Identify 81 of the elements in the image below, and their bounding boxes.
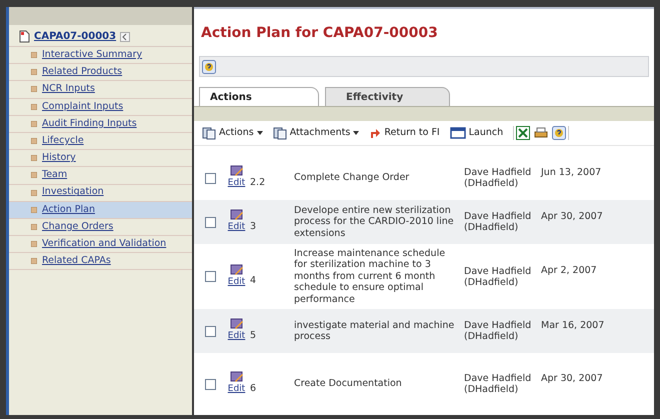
edit-icon[interactable] [230,209,244,222]
row-checkbox[interactable] [204,172,216,184]
action-description: Complete Change Order [294,172,410,184]
owner-name: Dave Hadfield (DHadfield) [464,320,532,342]
bullet-icon [31,120,37,127]
action-number: 5 [249,328,258,343]
window-icon [450,126,466,140]
edit-link[interactable]: Edit [228,221,246,235]
toolbar-button[interactable]: Launch [450,126,504,140]
bullet-icon [31,155,37,162]
sidebar-item[interactable]: Related Products [9,64,192,82]
help-icon[interactable] [552,126,566,140]
action-description: Develope entire new sterilization process for the CARDIO-2010 line extensions [294,204,455,240]
record-link[interactable]: CAPA07-00003 [34,29,116,44]
owner-name: Dave Hadfield (DHadfield) [464,373,532,395]
bullet-icon [31,52,37,58]
action-number: 6 [249,382,258,396]
sidebar-item[interactable]: History [9,150,192,168]
due-date: Jun 13, 2007 [540,166,602,180]
due-date: Apr 30, 2007 [540,210,603,224]
bullet-icon [31,206,37,213]
chevron-left-icon [121,32,130,40]
edit-link[interactable]: Edit [228,276,246,290]
sidebar-item[interactable]: Team [9,167,192,184]
spreadsheet-icon[interactable] [516,126,530,140]
action-number: 3 [249,220,258,234]
bullet-icon [31,190,37,196]
bullet-icon [31,172,37,178]
toolbar-button[interactable]: Actions [202,126,263,140]
bullet-icon [31,224,37,230]
sidebar-item[interactable]: Change Orders [9,218,192,236]
row-checkbox[interactable] [204,378,216,390]
sidebar-item[interactable]: Action Plan [9,202,192,219]
help-icon[interactable] [202,60,216,74]
tab[interactable]: Effectivity [325,87,450,106]
sidebar-item[interactable]: Complaint Inputs [9,98,192,116]
documents-icon [202,126,216,140]
action-description: investigate material and machine process [294,320,456,342]
due-date: Mar 16, 2007 [540,318,604,333]
page-title: Action Plan for CAPA07-00003 [200,24,439,43]
toolbar-button[interactable]: Return to FI [369,126,440,140]
sidebar-item[interactable]: Related CAPAs [9,253,192,270]
caret-icon [256,131,263,136]
sidebar-item[interactable]: Verification and Validation [9,236,192,254]
owner-name: Dave Hadfield (DHadfield) [464,266,532,288]
action-number: 4 [249,274,258,288]
bullet-icon [31,241,37,248]
sidebar-item[interactable]: Interactive Summary [9,47,192,64]
bullet-icon [31,138,37,144]
tab[interactable]: Actions [199,87,319,106]
owner-name: Dave Hadfield (DHadfield) [464,211,532,233]
bullet-icon [31,69,37,76]
toolbar-button[interactable]: Attachments [272,126,360,140]
edit-link[interactable]: Edit [228,383,246,397]
due-date: Apr 2, 2007 [540,264,597,278]
bullet-icon [31,258,37,264]
sidebar-item[interactable]: NCR Inputs [9,81,192,99]
documents-icon [272,126,287,140]
sidebar-item[interactable]: Audit Finding Inputs [9,116,192,133]
edit-icon[interactable] [230,264,244,276]
sidebar-item[interactable]: Lifecycle [9,132,192,150]
action-description: Increase maintenance schedule for sterilization machine to 3 months from current 6 month schedule to ensure optimal performance [294,248,446,306]
bullet-icon [31,86,37,92]
bullet-icon [31,104,37,110]
row-checkbox[interactable] [204,326,216,336]
edit-icon[interactable] [230,371,244,384]
caret-icon [353,131,360,136]
edit-icon[interactable] [230,318,244,330]
document-icon [19,30,30,43]
edit-icon[interactable] [230,165,244,178]
collapse-button[interactable] [120,32,130,42]
edit-link[interactable]: Edit [228,177,246,191]
due-date: Apr 30, 2007 [540,372,603,386]
action-description: Create Documentation [294,378,403,390]
row-checkbox[interactable] [204,216,216,228]
row-checkbox[interactable] [204,271,216,282]
printer-icon[interactable] [534,126,548,140]
owner-name: Dave Hadfield (DHadfield) [464,167,532,189]
edit-link[interactable]: Edit [228,330,246,344]
action-number: 2.2 [249,176,266,190]
return-arrow-icon [369,127,382,140]
